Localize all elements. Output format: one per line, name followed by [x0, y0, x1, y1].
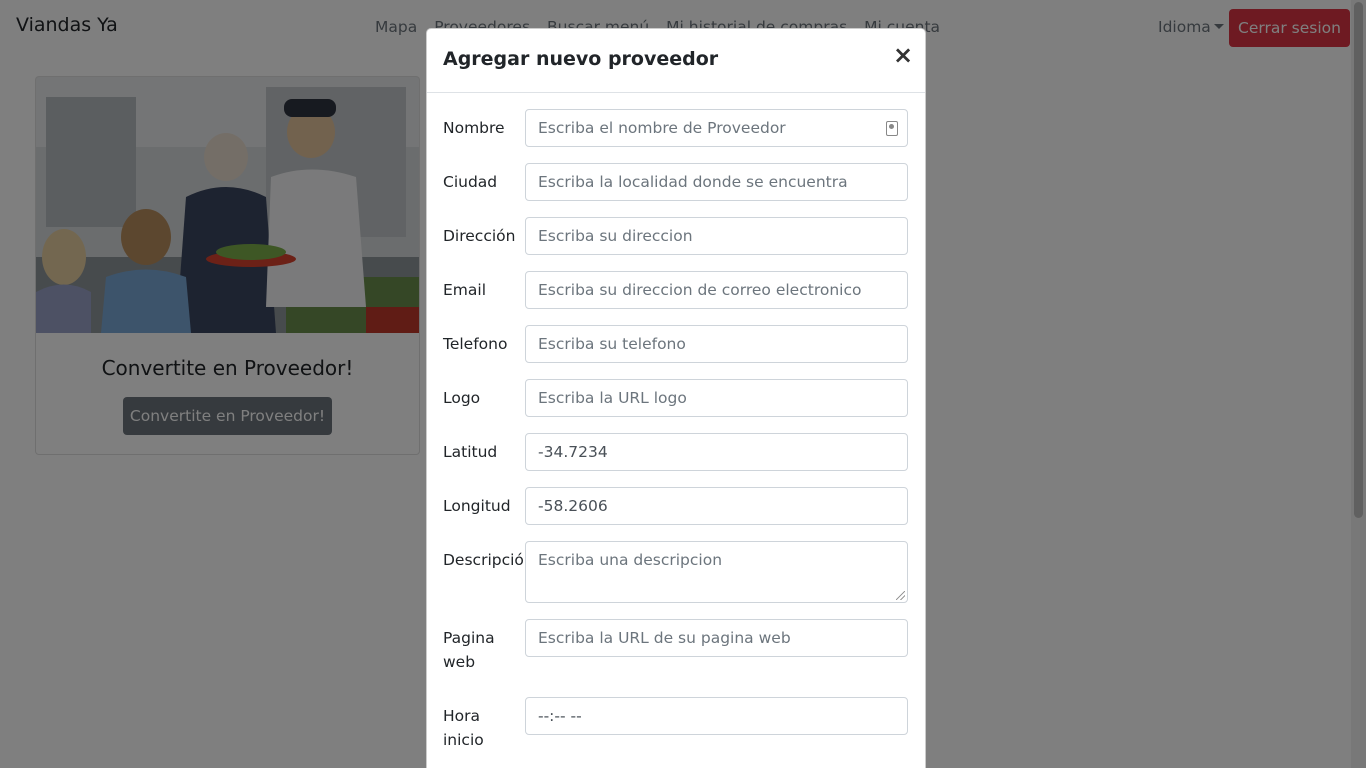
- descripcion-placeholder: Escriba una descripcion: [538, 551, 723, 569]
- logo-input[interactable]: Escriba la URL logo: [525, 379, 908, 417]
- label-email: Email: [443, 281, 487, 299]
- modal-title: Agregar nuevo proveedor: [443, 48, 719, 70]
- email-input[interactable]: Escriba su direccion de correo electroni…: [525, 271, 908, 309]
- label-latitud: Latitud: [443, 443, 498, 461]
- contact-card-icon[interactable]: [886, 121, 898, 136]
- longitud-input[interactable]: -58.2606: [525, 487, 908, 525]
- latitud-input[interactable]: -34.7234: [525, 433, 908, 471]
- label-hora-inicio: Hora inicio: [443, 707, 484, 749]
- label-logo: Logo: [443, 389, 481, 407]
- label-nombre: Nombre: [443, 119, 505, 137]
- modal-header: Agregar nuevo proveedor ×: [427, 29, 925, 93]
- nombre-placeholder: Escriba el nombre de Proveedor: [538, 119, 786, 137]
- label-longitud: Longitud: [443, 497, 511, 515]
- descripcion-textarea[interactable]: Escriba una descripcion: [525, 541, 908, 603]
- label-pagina-web: Pagina web: [443, 629, 495, 671]
- label-direccion: Dirección: [443, 227, 516, 245]
- close-icon[interactable]: ×: [893, 43, 913, 67]
- direccion-input[interactable]: Escriba su direccion: [525, 217, 908, 255]
- hora-inicio-input[interactable]: --:-- --: [525, 697, 908, 735]
- label-ciudad: Ciudad: [443, 173, 498, 191]
- telefono-input[interactable]: Escriba su telefono: [525, 325, 908, 363]
- nombre-input[interactable]: Escriba el nombre de Proveedor: [525, 109, 908, 147]
- ciudad-input[interactable]: Escriba la localidad donde se encuentra: [525, 163, 908, 201]
- label-telefono: Telefono: [443, 335, 508, 353]
- add-provider-modal: Agregar nuevo proveedor × Nombre Escriba…: [426, 28, 926, 768]
- pagina-web-input[interactable]: Escriba la URL de su pagina web: [525, 619, 908, 657]
- resize-grip-icon[interactable]: [896, 591, 905, 600]
